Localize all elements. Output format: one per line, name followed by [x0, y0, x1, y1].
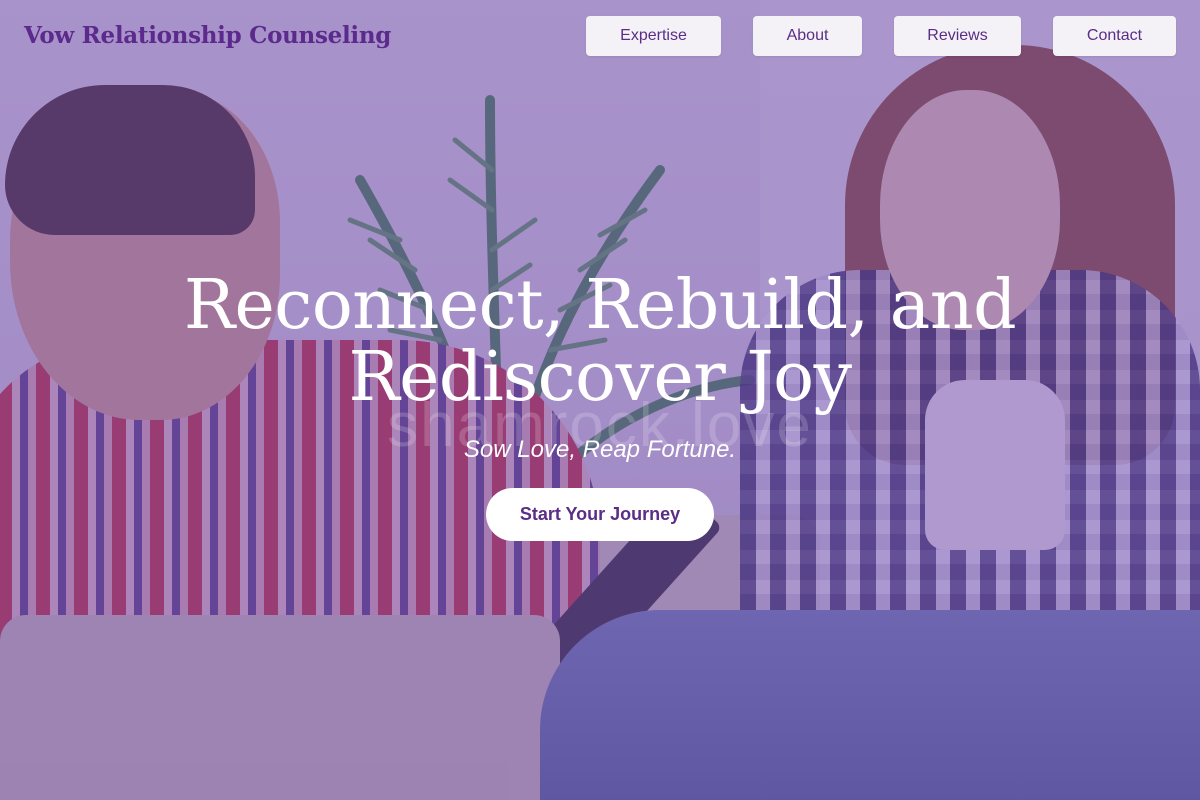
nav-reviews-button[interactable]: Reviews [894, 16, 1021, 56]
watermark-text: shamrock.love [387, 391, 813, 460]
nav-about-button[interactable]: About [753, 16, 862, 56]
hero-title-line-1: Reconnect, Rebuild, and [183, 266, 1017, 345]
hero-section: shamrock.love Reconnect, Rebuild, and Re… [0, 270, 1200, 541]
nav-contact-button[interactable]: Contact [1053, 16, 1176, 56]
brand-logo-text[interactable]: Vow Relationship Counseling [24, 22, 391, 49]
nav-expertise-button[interactable]: Expertise [586, 16, 721, 56]
start-journey-button[interactable]: Start Your Journey [486, 488, 714, 541]
site-header: Vow Relationship Counseling Expertise Ab… [0, 0, 1200, 72]
